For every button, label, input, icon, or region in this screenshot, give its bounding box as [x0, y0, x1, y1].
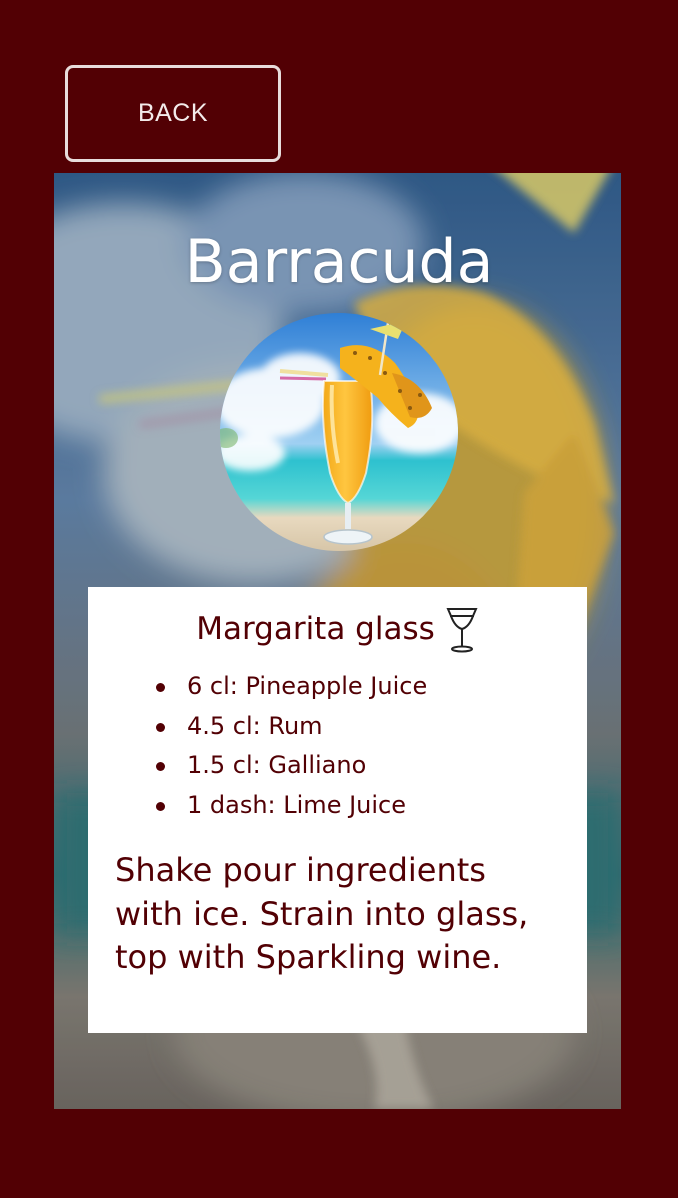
ingredient-item: 1 dash: Lime Juice — [154, 786, 427, 826]
ingredient-item: 6 cl: Pineapple Juice — [154, 667, 427, 707]
ingredient-item: 4.5 cl: Rum — [154, 707, 427, 747]
drink-photo — [220, 313, 458, 551]
back-button[interactable]: BACK — [65, 65, 281, 162]
drink-title: Barracuda — [184, 227, 494, 297]
recipe-panel: Margarita glass 6 cl: Pineapple Juice 4.… — [88, 587, 587, 1033]
glass-name: Margarita glass — [196, 611, 435, 647]
ingredient-list: 6 cl: Pineapple Juice 4.5 cl: Rum 1.5 cl… — [154, 667, 427, 825]
margarita-glass-icon — [446, 608, 478, 653]
drink-illustration — [220, 313, 458, 551]
glass-row: Margarita glass — [88, 605, 587, 653]
instructions-text: Shake pour ingredients with ice. Strain … — [115, 851, 529, 976]
ingredient-item: 1.5 cl: Galliano — [154, 746, 427, 786]
cocktail-detail-screen: BACK Barracuda Margarita glass 6 cl: Pin… — [0, 0, 678, 1198]
